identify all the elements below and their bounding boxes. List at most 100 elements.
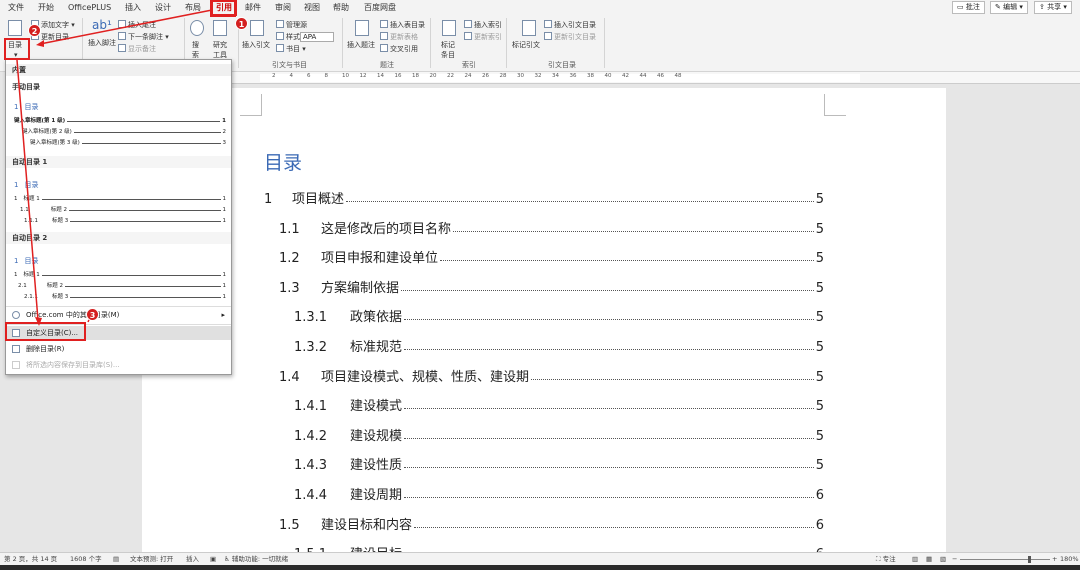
share-icon: ⇪ [1039,3,1048,11]
update-table-button[interactable]: 更新表格 [380,32,418,42]
page-count[interactable]: 第 2 页，共 14 页 [4,555,57,564]
toc-entry-number: 1.4 [279,369,300,385]
zoom-out-icon[interactable]: − [952,555,957,564]
toc-entry-page: 6 [815,488,824,503]
ruler-tick-label: 40 [604,73,612,79]
comments-button[interactable]: ▭ 批注 [952,1,985,14]
toc-entry-page: 5 [815,221,824,237]
zoom-slider[interactable] [960,559,1050,560]
ruler-tick-label: 22 [447,73,454,79]
tab-home[interactable]: 开始 [38,2,54,14]
tab-view[interactable]: 视图 [304,2,320,14]
editing-button[interactable]: ✎ 编辑 ▾ [990,1,1028,14]
toc-entry[interactable]: 1.4.1 建设模式 5 [294,395,824,415]
preview-line: 1 标题 11 [14,272,226,278]
print-layout-icon[interactable]: ▦ [926,555,932,564]
manage-sources-button[interactable]: 管理源 [276,20,307,30]
toc-entry-number: 1.4.3 [294,458,328,474]
manual-toc-preview[interactable]: 1 目录 键入章标题(第 1 级) 1 键入章标题(第 2 级) 2 键入章标题(第 … [12,94,227,154]
toc-entry-text: 建设模式 [350,399,403,415]
tab-insert[interactable]: 插入 [125,2,141,14]
insert-mode[interactable]: 插入 [186,555,199,564]
tab-file[interactable]: 文件 [8,2,24,14]
update-index-icon [464,32,472,40]
document-page[interactable]: 目录 1 项目概述 5 1.1 这是修改后的项目名称 5 1.2 项目申报和建设单位 5 1.3 方… [142,88,946,562]
toc-entry[interactable]: 1.2 项目申报和建设单位 5 [279,247,824,267]
toc-leader-dots [531,378,814,380]
insert-table-of-figures-button[interactable]: 插入表目录 [380,20,425,30]
tab-design[interactable]: 设计 [155,2,171,14]
toc-entry[interactable]: 1.4.2 建设规模 5 [294,425,824,444]
bibliography-icon [276,44,284,52]
zoom-level[interactable]: 180% [1060,555,1079,564]
mark-entry-button[interactable]: 标记条目 [441,40,455,60]
zoom-slider-handle[interactable] [1028,556,1031,563]
insert-citation-button[interactable]: 插入引文 [242,40,270,50]
cross-reference-button[interactable]: 交叉引用 [380,44,418,54]
highlight-toc-button [4,38,30,60]
insert-index-button[interactable]: 插入索引 [464,20,502,30]
horizontal-ruler[interactable]: 2 4 6 8 10 12 14 16 18 20 22 24 26 28 30 32 34 36 38 40 42 44… [232,72,1080,84]
word-count[interactable]: 1608 个字 [70,555,102,564]
toc-entry[interactable]: 1.4 项目建设模式、规模、性质、建设期 5 [279,366,824,385]
auto-toc-2-preview[interactable]: 1 目录 1 标题 11 2.1 标题 21 2.1.1 标题 31 [12,248,227,306]
mark-citation-button[interactable]: 标记引文 [512,40,540,50]
insert-endnote-button[interactable]: 插入尾注 [118,20,156,30]
update-toa-button[interactable]: 更新引文目录 [544,32,596,42]
toc-entry-page: 6 [815,517,824,533]
proofing-icon[interactable]: ▤ [113,555,119,564]
toc-entry[interactable]: 1.3.2 标准规范 5 [294,336,824,355]
citation-style-select[interactable]: APA [300,32,334,42]
insert-footnote-button[interactable]: 插入脚注 [88,38,116,48]
zoom-in-icon[interactable]: + [1052,555,1057,564]
style-label: 样式: [276,32,302,42]
tab-officeplus[interactable]: OfficePLUS [68,2,111,14]
show-notes-button[interactable]: 显示备注 [118,44,156,54]
read-mode-icon[interactable]: ▥ [912,555,918,564]
search-button[interactable]: 搜索 [192,40,202,60]
toc-entry[interactable]: 1.5 建设目标和内容 6 [279,514,824,533]
ribbon-tab-bar: 文件 开始 OfficePLUS 插入 设计 布局 引用 邮件 审阅 视图 帮助… [0,0,1080,16]
focus-mode-button[interactable]: ⛶ 专注 [876,555,896,564]
insert-caption-button[interactable]: 插入题注 [347,40,375,50]
text-predictions[interactable]: 文本预测: 打开 [130,555,173,564]
share-button[interactable]: ⇪ 共享 ▾ [1034,1,1072,14]
toc-icon [8,20,22,36]
auto-toc-1-preview[interactable]: 1 目录 1 标题 11 1.1 标题 21 1.1.1 标题 31 [12,172,227,234]
group-label-captions: 题注 [380,61,394,69]
tab-review[interactable]: 审阅 [275,2,291,14]
macro-icon[interactable]: ▣ [210,555,216,564]
ruler-tick-label: 10 [342,73,349,79]
toc-entry[interactable]: 1.4.3 建设性质 5 [294,454,824,474]
tab-baidu-netdisk[interactable]: 百度网盘 [364,2,396,14]
highlight-custom-toc [5,322,86,341]
toc-entry[interactable]: 1.1 这是修改后的项目名称 5 [279,218,824,237]
tab-mailings[interactable]: 邮件 [245,2,261,14]
toc-entry[interactable]: 1.4.4 建设周期 6 [294,484,824,503]
accessibility-status[interactable]: ♿ 辅助功能: 一切就绪 [224,555,288,564]
researcher-button[interactable]: 研究工具 [213,40,229,60]
next-footnote-button[interactable]: 下一条脚注 ▾ [118,32,169,42]
update-index-button[interactable]: 更新索引 [464,32,502,42]
group-label-index: 索引 [462,61,476,69]
toc-entry[interactable]: 1.3 方案编制依据 5 [279,277,824,296]
office-more-tocs-item[interactable]: Office.com 中的其他目录(M) ▸ [6,308,231,322]
group-separator [506,18,507,68]
tab-help[interactable]: 帮助 [333,2,349,14]
save-selection-item[interactable]: 将所选内容保存到目录库(S)... [6,358,231,372]
step-badge-1: 1 [235,17,248,30]
bibliography-button[interactable]: 书目 ▾ [276,44,306,54]
preview-line: 2.1.1 标题 31 [24,294,226,300]
insert-toa-button[interactable]: 插入引文目录 [544,20,596,30]
toc-entry[interactable]: 1 项目概述 5 [264,188,824,207]
ruler-tick-label: 36 [569,73,577,79]
toc-leader-dots [346,201,814,202]
toc-entry[interactable]: 1.3.1 政策依据 5 [294,306,824,325]
toc-entry-text: 项目申报和建设单位 [321,251,439,267]
toc-leader-dots [404,349,814,350]
web-layout-icon[interactable]: ▧ [940,555,946,564]
remove-toc-item[interactable]: 删除目录(R) [6,342,231,356]
toc-entry-page: 5 [815,428,824,444]
tab-layout[interactable]: 布局 [185,2,201,14]
ruler-tick-label: 6 [307,73,311,79]
